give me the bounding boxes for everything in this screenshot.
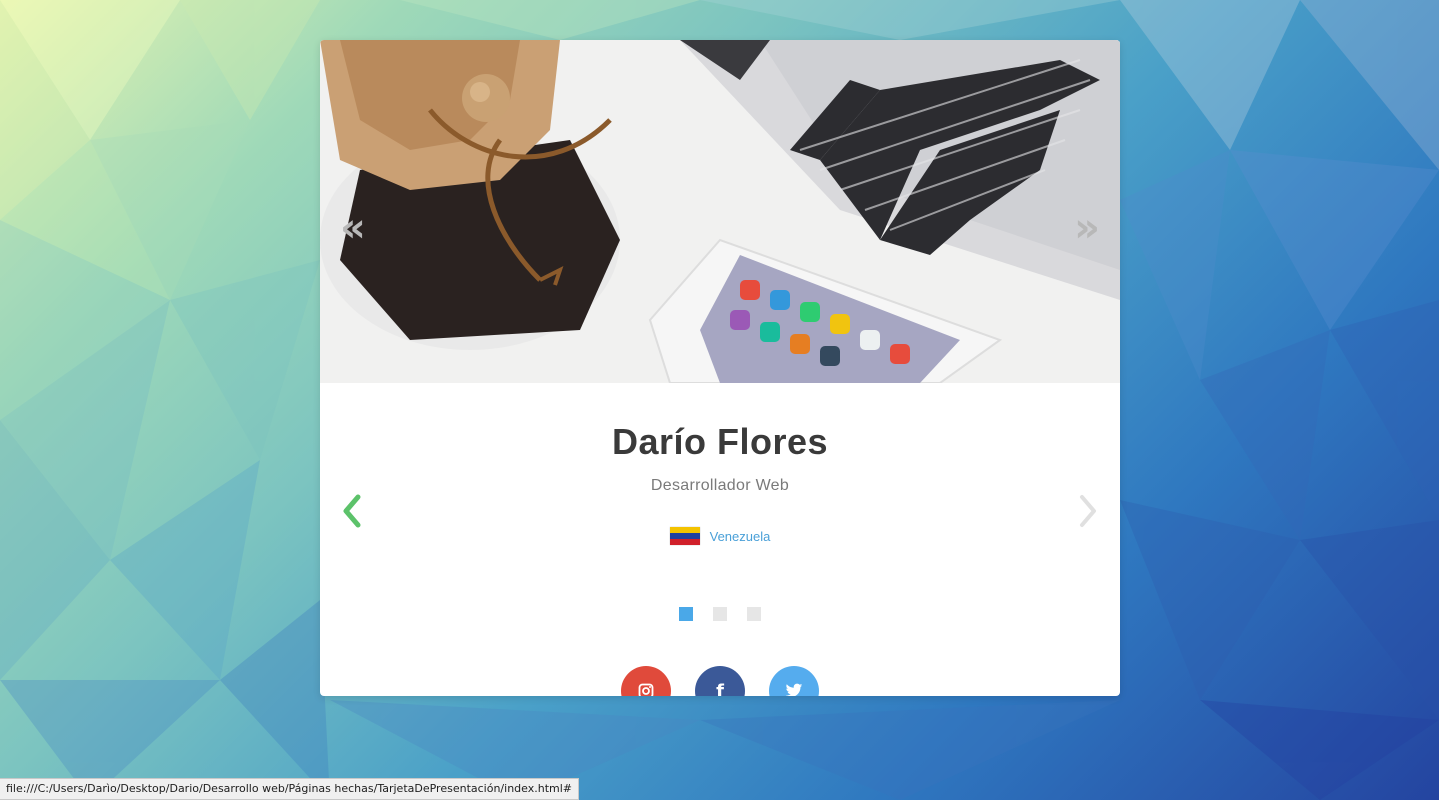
twitter-button[interactable]	[769, 666, 819, 696]
twitter-icon	[785, 683, 803, 696]
carousel-dot-1[interactable]	[679, 607, 693, 621]
facebook-button[interactable]: f	[695, 666, 745, 696]
chevron-right-icon[interactable]	[1076, 491, 1100, 531]
coffee-laptop-phone-photo	[320, 40, 1120, 383]
carousel-dot-2[interactable]	[713, 607, 727, 621]
chevron-left-icon[interactable]	[340, 491, 364, 531]
facebook-icon: f	[716, 680, 724, 697]
country-link[interactable]: Venezuela	[710, 529, 771, 544]
profile-card: « » Darío Flores Desarrollador Web Venez…	[320, 40, 1120, 696]
social-links: f	[320, 666, 1120, 696]
profile-role: Desarrollador Web	[650, 477, 790, 494]
carousel-dots	[320, 607, 1120, 621]
venezuela-flag-icon	[669, 527, 700, 545]
hero-image: « »	[320, 40, 1120, 383]
instagram-button[interactable]	[621, 666, 671, 696]
location-row: Venezuela	[320, 527, 1120, 545]
browser-status-bar: file:///C:/Users/Darìo/Desktop/Dario/Des…	[0, 778, 580, 800]
hero-prev-arrow[interactable]: «	[340, 208, 366, 248]
profile-info: Darío Flores Desarrollador Web Venezuela	[320, 383, 1120, 696]
hero-next-arrow[interactable]: »	[1074, 208, 1100, 248]
profile-name: Darío Flores	[611, 421, 829, 462]
instagram-icon	[638, 683, 654, 696]
carousel-dot-3[interactable]	[747, 607, 761, 621]
